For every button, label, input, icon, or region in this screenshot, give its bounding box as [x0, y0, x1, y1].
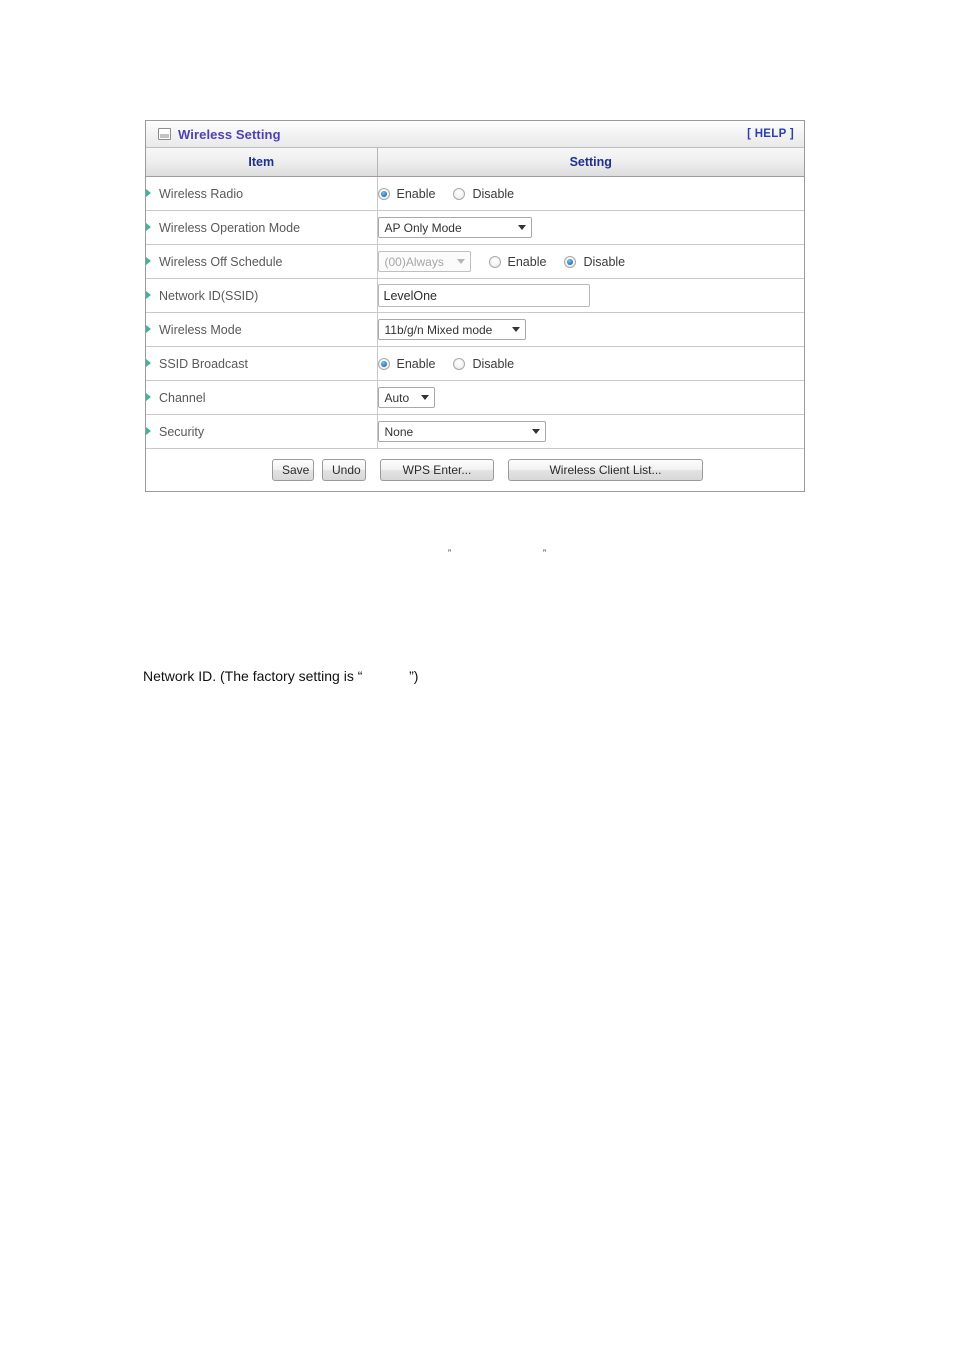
bullet-triangle-icon	[146, 290, 151, 299]
page-title: Wireless Setting	[178, 126, 281, 142]
radio-button-selected-icon[interactable]	[564, 255, 577, 268]
row-setting-security: None	[377, 414, 804, 449]
row-setting-wireless-operation-mode: AP Only Mode	[377, 210, 804, 245]
radio-label: Enable	[507, 254, 547, 269]
row-setting-channel: Auto	[377, 380, 804, 415]
radio-button-icon[interactable]	[453, 187, 466, 200]
chevron-down-icon	[420, 395, 429, 400]
table-row: Wireless Operation Mode AP Only Mode	[146, 210, 804, 245]
row-setting-network-id	[377, 278, 804, 313]
quote-mark-left: ”	[448, 548, 451, 558]
column-header-setting: Setting	[377, 148, 804, 177]
chevron-down-icon	[531, 429, 540, 434]
undo-button[interactable]: Undo	[322, 459, 366, 481]
radio-label: Enable	[396, 186, 436, 201]
panel-title-group: Wireless Setting	[158, 127, 281, 142]
select-value: None	[384, 424, 414, 439]
table-row: Security None	[146, 414, 804, 449]
row-label-channel: Channel	[146, 380, 378, 415]
help-link[interactable]: [ HELP ]	[747, 128, 794, 140]
row-setting-wireless-mode: 11b/g/n Mixed mode	[377, 312, 804, 347]
radio-button-icon[interactable]	[488, 255, 501, 268]
network-id-note: Network ID. (The factory setting is “ ”)	[143, 668, 419, 684]
wireless-settings-table: Item Setting Wireless Radio Enable Disab…	[146, 148, 804, 491]
wps-enter-button[interactable]: WPS Enter...	[380, 459, 494, 481]
radio-button-selected-icon[interactable]	[377, 187, 390, 200]
network-id-input[interactable]	[377, 284, 590, 307]
row-setting-ssid-broadcast: Enable Disable	[377, 346, 804, 381]
ssid-broadcast-enable-option[interactable]: Enable	[377, 356, 436, 371]
chevron-down-icon	[517, 225, 526, 230]
item-label: Channel	[159, 390, 206, 405]
row-setting-wireless-radio: Enable Disable	[377, 176, 804, 211]
ssid-broadcast-disable-option[interactable]: Disable	[453, 357, 514, 371]
bullet-triangle-icon	[146, 392, 151, 401]
channel-select[interactable]: Auto	[377, 387, 435, 408]
select-value: AP Only Mode	[384, 220, 462, 235]
button-row: Save Undo WPS Enter... Wireless Client L…	[146, 459, 804, 481]
radio-label: Disable	[472, 186, 515, 201]
select-value: (00)Always	[384, 254, 444, 269]
table-row: Network ID(SSID)	[146, 278, 804, 313]
wireless-off-schedule-enable-option[interactable]: Enable	[488, 254, 547, 269]
wireless-mode-select[interactable]: 11b/g/n Mixed mode	[377, 319, 526, 340]
window-icon	[158, 128, 171, 140]
table-row: Wireless Radio Enable Disable	[146, 176, 804, 211]
wireless-setting-panel: Wireless Setting [ HELP ] Item Setting W…	[145, 120, 805, 492]
radio-button-selected-icon[interactable]	[377, 357, 390, 370]
wireless-client-list-button[interactable]: Wireless Client List...	[508, 459, 703, 481]
row-label-network-id: Network ID(SSID)	[146, 278, 378, 313]
item-label: Network ID(SSID)	[159, 288, 259, 303]
item-label: Wireless Radio	[159, 186, 244, 201]
radio-label: Disable	[472, 356, 515, 371]
bullet-triangle-icon	[146, 324, 151, 333]
wireless-off-schedule-select: (00)Always	[377, 251, 471, 272]
table-row: Wireless Off Schedule (00)Always Enable	[146, 244, 804, 279]
select-value: Auto	[384, 390, 410, 405]
table-actions-row: Save Undo WPS Enter... Wireless Client L…	[146, 448, 804, 491]
item-label: Wireless Operation Mode	[159, 220, 301, 235]
item-label: Security	[159, 424, 205, 439]
quote-marks-line: ””	[143, 548, 813, 563]
bullet-triangle-icon	[146, 358, 151, 367]
chevron-down-icon	[456, 259, 465, 264]
quote-mark-right: ”	[543, 548, 546, 558]
bullet-triangle-icon	[146, 256, 151, 265]
bullet-triangle-icon	[146, 188, 151, 197]
wireless-radio-enable-option[interactable]: Enable	[377, 186, 436, 201]
bullet-triangle-icon	[146, 426, 151, 435]
row-label-ssid-broadcast: SSID Broadcast	[146, 346, 378, 381]
select-value: 11b/g/n Mixed mode	[384, 322, 493, 337]
chevron-down-icon	[511, 327, 520, 332]
save-button[interactable]: Save	[272, 459, 314, 481]
table-row: Channel Auto	[146, 380, 804, 415]
security-select[interactable]: None	[377, 421, 546, 442]
row-label-wireless-operation-mode: Wireless Operation Mode	[146, 210, 378, 245]
item-label: Wireless Off Schedule	[159, 254, 283, 269]
wireless-operation-mode-select[interactable]: AP Only Mode	[377, 217, 532, 238]
wireless-off-schedule-disable-option[interactable]: Disable	[564, 255, 625, 269]
table-row: Wireless Mode 11b/g/n Mixed mode	[146, 312, 804, 347]
actions-cell: Save Undo WPS Enter... Wireless Client L…	[146, 448, 804, 491]
row-label-wireless-mode: Wireless Mode	[146, 312, 378, 347]
radio-label: Enable	[396, 356, 436, 371]
table-header-row: Item Setting	[146, 148, 804, 177]
table-row: SSID Broadcast Enable Disable	[146, 346, 804, 381]
row-setting-wireless-off-schedule: (00)Always Enable Disable	[377, 244, 804, 279]
panel-titlebar: Wireless Setting [ HELP ]	[146, 121, 804, 148]
column-header-item: Item	[146, 148, 378, 177]
row-label-wireless-off-schedule: Wireless Off Schedule	[146, 244, 378, 279]
bullet-triangle-icon	[146, 222, 151, 231]
radio-label: Disable	[583, 254, 626, 269]
wireless-radio-disable-option[interactable]: Disable	[453, 187, 514, 201]
row-label-security: Security	[146, 414, 378, 449]
radio-button-icon[interactable]	[453, 357, 466, 370]
row-label-wireless-radio: Wireless Radio	[146, 176, 378, 211]
item-label: Wireless Mode	[159, 322, 242, 337]
item-label: SSID Broadcast	[159, 356, 248, 371]
